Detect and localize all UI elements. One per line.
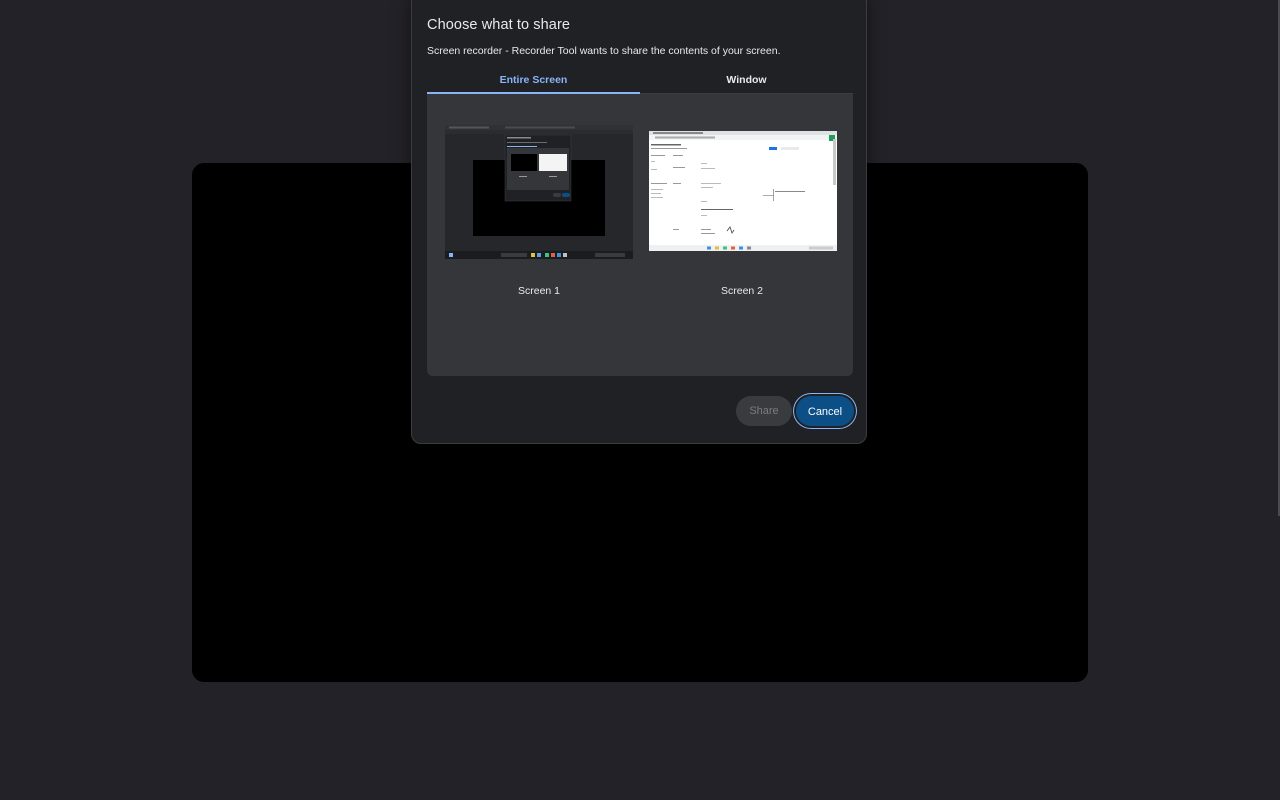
dialog-title: Choose what to share [427,17,571,33]
screen-1-preview-image [445,125,633,259]
share-tabs: Entire Screen Window [427,69,853,94]
share-dialog: Choose what to share Screen recorder - R… [411,0,867,444]
screen-option-1[interactable]: Screen 1 [445,125,633,301]
screen-list-panel: Screen 1 Screen 2 [427,94,853,376]
dialog-description: Screen recorder - Recorder Tool wants to… [427,45,781,57]
tab-window[interactable]: Window [640,69,853,94]
screen-1-label: Screen 1 [517,285,561,297]
tab-entire-screen[interactable]: Entire Screen [427,69,640,94]
share-button[interactable]: Share [736,396,792,426]
screen-2-thumbnail [649,131,837,251]
page: Choose what to share Screen recorder - R… [0,0,1280,800]
screen-1-thumbnail [445,125,633,259]
screen-2-label: Screen 2 [720,285,764,297]
screen-2-preview-image [649,131,837,251]
screen-option-2[interactable]: Screen 2 [647,125,837,301]
cancel-button[interactable]: Cancel [796,396,854,426]
